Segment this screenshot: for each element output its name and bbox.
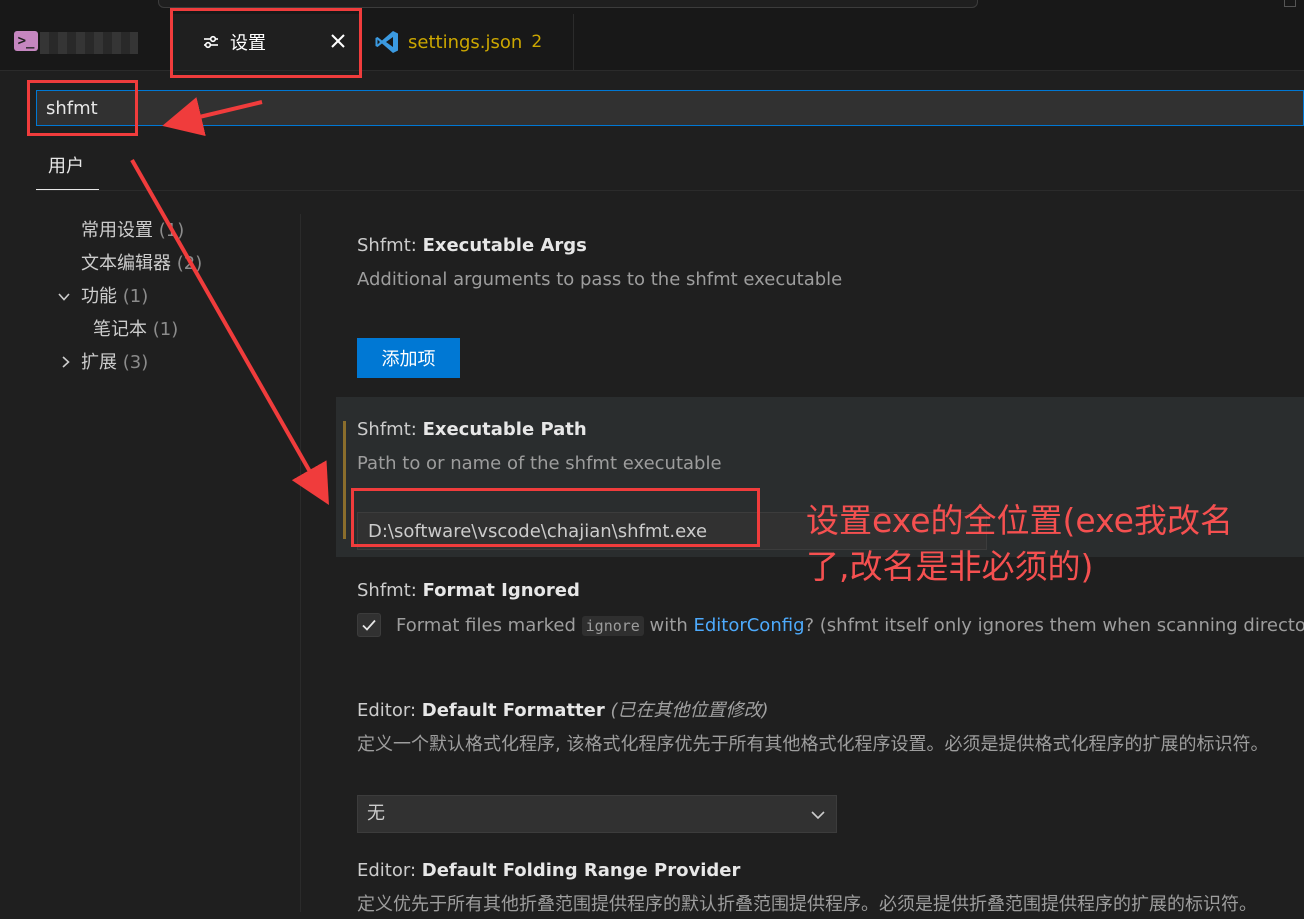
setting-title: Editor: Default Formatter (已在其他位置修改): [357, 699, 1304, 723]
setting-name: Executable Path: [423, 419, 587, 440]
toc-label: 文本编辑器: [81, 253, 171, 274]
setting-category: Shfmt:: [357, 419, 423, 440]
format-ignored-checkbox[interactable]: [357, 613, 381, 637]
setting-name: Default Folding Range Provider: [422, 860, 741, 881]
tab-bar: >_ 设置 settings.json 2: [0, 14, 1304, 71]
toc-count: (3): [123, 352, 149, 373]
setting-description: Additional arguments to pass to the shfm…: [357, 268, 1304, 292]
close-icon[interactable]: [329, 32, 347, 50]
toc-item-notebook[interactable]: 笔记本 (1): [93, 315, 178, 345]
modified-elsewhere-note[interactable]: (已在其他位置修改): [610, 700, 768, 721]
desc-text: Format files marked: [396, 615, 582, 636]
toc-label: 常用设置: [81, 220, 153, 241]
toc-count: (2): [177, 253, 203, 274]
checkmark-icon: [361, 617, 377, 633]
setting-category: Shfmt:: [357, 235, 423, 256]
search-input[interactable]: [46, 98, 1294, 119]
toc-divider: [300, 214, 301, 912]
desc-text: with: [644, 615, 694, 636]
toc-item-text-editor[interactable]: 文本编辑器 (2): [81, 249, 202, 279]
toc-label: 笔记本: [93, 319, 147, 340]
toc-count: (1): [123, 286, 149, 307]
blurred-tab-label: [40, 32, 138, 54]
default-formatter-select[interactable]: 无: [357, 795, 837, 833]
title-bar: [0, 0, 1304, 14]
chevron-down-icon[interactable]: [57, 290, 71, 304]
setting-description: 定义优先于所有其他折叠范围提供程序的默认折叠范围提供程序。必须是提供折叠范围提供…: [357, 893, 1304, 917]
checkbox-description: Format files marked ignore with EditorCo…: [396, 615, 1304, 636]
select-value: 无: [367, 803, 385, 824]
toc-count: (1): [159, 220, 185, 241]
modified-indicator: [343, 421, 346, 539]
annotation-text: 设置exe的全位置(exe我改名 了,改名是非必须的): [806, 498, 1233, 590]
editorconfig-link[interactable]: EditorConfig: [693, 615, 804, 636]
setting-title: Shfmt: Executable Path: [357, 418, 1304, 442]
add-item-button[interactable]: 添加项: [357, 338, 460, 378]
setting-category: Editor:: [357, 700, 422, 721]
setting-name: Format Ignored: [423, 580, 580, 601]
desc-text: ? (shfmt itself only ignores them when s…: [805, 615, 1304, 636]
annotation-line: 设置exe的全位置(exe我改名: [806, 498, 1233, 544]
annotation-line: 了,改名是非必须的): [806, 544, 1233, 590]
window-control[interactable]: [1284, 0, 1296, 7]
setting-title: Shfmt: Executable Args: [357, 234, 1304, 258]
setting-name: Default Formatter: [422, 700, 605, 721]
tab-label: settings.json: [408, 32, 522, 53]
tab-settings[interactable]: 设置: [172, 14, 362, 70]
toc-item-extensions[interactable]: 扩展 (3): [81, 348, 148, 378]
settings-search-box[interactable]: [36, 90, 1304, 126]
setting-name: Executable Args: [423, 235, 587, 256]
toc-label: 功能: [81, 286, 117, 307]
chevron-down-icon: [810, 807, 826, 823]
vscode-icon: [374, 29, 400, 55]
setting-default-formatter: Editor: Default Formatter (已在其他位置修改) 定义一…: [357, 699, 1304, 839]
scope-divider: [36, 190, 1304, 191]
terminal-icon[interactable]: >_: [14, 31, 38, 51]
setting-executable-args: Shfmt: Executable Args Additional argume…: [357, 234, 1304, 384]
setting-category: Editor:: [357, 860, 422, 881]
setting-title: Editor: Default Folding Range Provider: [357, 859, 1304, 883]
toc-count: (1): [153, 319, 179, 340]
checkbox-row: Format files marked ignore with EditorCo…: [357, 613, 1304, 637]
inline-code: ignore: [582, 616, 644, 636]
settings-sliders-icon: [201, 32, 221, 52]
problem-count-badge: 2: [531, 32, 542, 52]
setting-default-folding-provider: Editor: Default Folding Range Provider 定…: [357, 859, 1304, 919]
tab-label: 设置: [230, 29, 266, 55]
setting-category: Shfmt:: [357, 580, 423, 601]
command-center[interactable]: [158, 0, 978, 8]
chevron-right-icon[interactable]: [59, 355, 73, 369]
setting-description: 定义一个默认格式化程序, 该格式化程序优先于所有其他格式化程序设置。必须是提供格…: [357, 733, 1304, 757]
toc-label: 扩展: [81, 352, 117, 373]
setting-description: Path to or name of the shfmt executable: [357, 452, 1304, 476]
tab-user-scope[interactable]: 用户: [36, 152, 99, 190]
toc-item-features[interactable]: 功能 (1): [81, 282, 148, 312]
toc-item-common[interactable]: 常用设置 (1): [81, 216, 184, 246]
tab-settings-json[interactable]: settings.json 2: [362, 14, 574, 70]
